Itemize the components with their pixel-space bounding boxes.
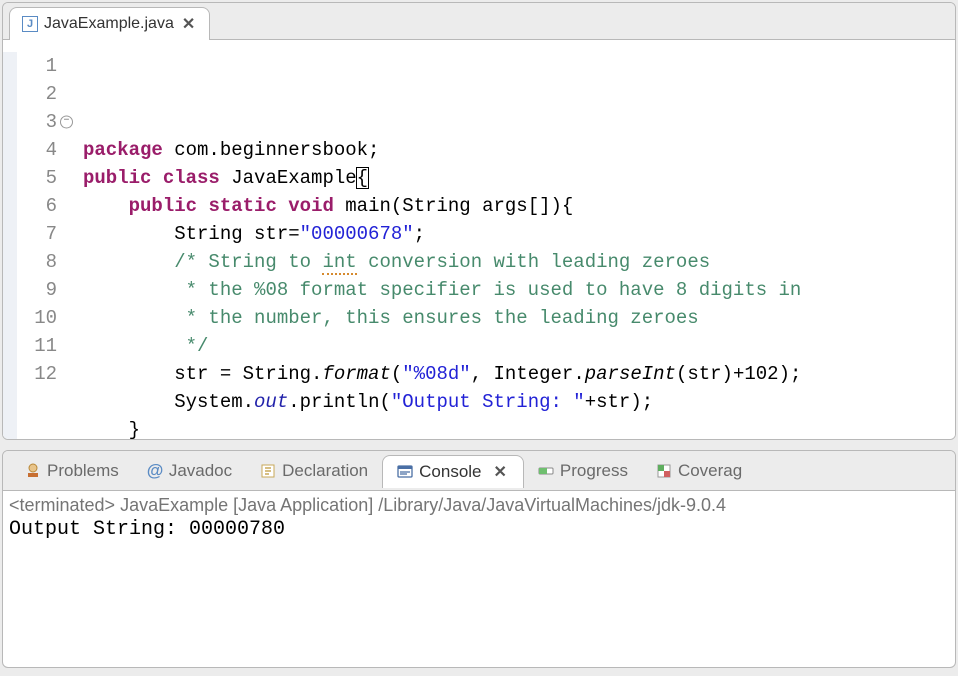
java-file-icon: J bbox=[22, 16, 38, 32]
editor-tab[interactable]: J JavaExample.java ✕ bbox=[9, 7, 210, 40]
editor-body: 123−456789101112 package com.beginnersbo… bbox=[3, 39, 955, 439]
line-number: 7 bbox=[3, 220, 71, 248]
line-number: 11 bbox=[3, 332, 71, 360]
tab-progress[interactable]: Progress bbox=[524, 455, 642, 487]
tab-coverage[interactable]: Coverag bbox=[642, 455, 756, 487]
javadoc-icon: @ bbox=[147, 463, 163, 479]
editor-tab-label: JavaExample.java bbox=[44, 15, 174, 33]
view-tab-bar: Problems @ Javadoc Declaration Console ✕… bbox=[3, 451, 955, 491]
close-icon[interactable]: ✕ bbox=[492, 462, 509, 482]
code-line[interactable]: str = String.format("%08d", Integer.pars… bbox=[83, 360, 955, 388]
line-number: 5 bbox=[3, 164, 71, 192]
code-line[interactable]: package com.beginnersbook; bbox=[83, 136, 955, 164]
line-number: 12 bbox=[3, 360, 71, 388]
console-status: <terminated> JavaExample [Java Applicati… bbox=[9, 495, 949, 516]
code-line[interactable]: System.out.println("Output String: "+str… bbox=[83, 388, 955, 416]
editor-pane: J JavaExample.java ✕ 123−456789101112 pa… bbox=[2, 2, 956, 440]
coverage-icon bbox=[656, 463, 672, 479]
tab-declaration[interactable]: Declaration bbox=[246, 455, 382, 487]
tab-coverage-label: Coverag bbox=[678, 461, 742, 481]
tab-javadoc[interactable]: @ Javadoc bbox=[133, 455, 246, 487]
console-icon bbox=[397, 464, 413, 480]
line-number-gutter: 123−456789101112 bbox=[3, 40, 71, 439]
code-line[interactable]: public static void main(String args[]){ bbox=[83, 192, 955, 220]
code-line[interactable]: String str="00000678"; bbox=[83, 220, 955, 248]
code-line[interactable]: } bbox=[83, 416, 955, 440]
tab-problems-label: Problems bbox=[47, 461, 119, 481]
tab-progress-label: Progress bbox=[560, 461, 628, 481]
tab-console[interactable]: Console ✕ bbox=[382, 455, 524, 488]
tab-problems[interactable]: Problems bbox=[11, 455, 133, 487]
close-icon[interactable]: ✕ bbox=[180, 14, 197, 34]
code-line[interactable]: public class JavaExample{ bbox=[83, 164, 955, 192]
problems-icon bbox=[25, 463, 41, 479]
progress-icon bbox=[538, 463, 554, 479]
code-line[interactable]: /* String to int conversion with leading… bbox=[83, 248, 955, 276]
tab-console-label: Console bbox=[419, 462, 481, 482]
code-line[interactable]: */ bbox=[83, 332, 955, 360]
line-number: 9 bbox=[3, 276, 71, 304]
line-number: 8 bbox=[3, 248, 71, 276]
editor-tab-bar: J JavaExample.java ✕ bbox=[3, 3, 955, 39]
line-number: 4 bbox=[3, 136, 71, 164]
code-line[interactable]: * the number, this ensures the leading z… bbox=[83, 304, 955, 332]
line-number: 1 bbox=[3, 52, 71, 80]
line-number: 3− bbox=[3, 108, 71, 136]
console-output: Output String: 00000780 bbox=[9, 518, 949, 541]
fold-toggle-icon[interactable]: − bbox=[60, 116, 73, 129]
code-line[interactable]: * the %08 format specifier is used to ha… bbox=[83, 276, 955, 304]
tab-javadoc-label: Javadoc bbox=[169, 461, 232, 481]
line-number: 10 bbox=[3, 304, 71, 332]
console-body: <terminated> JavaExample [Java Applicati… bbox=[3, 491, 955, 545]
tab-declaration-label: Declaration bbox=[282, 461, 368, 481]
bottom-pane: Problems @ Javadoc Declaration Console ✕… bbox=[2, 450, 956, 668]
line-number: 2 bbox=[3, 80, 71, 108]
line-number: 6 bbox=[3, 192, 71, 220]
declaration-icon bbox=[260, 463, 276, 479]
code-area[interactable]: package com.beginnersbook;public class J… bbox=[71, 40, 955, 439]
